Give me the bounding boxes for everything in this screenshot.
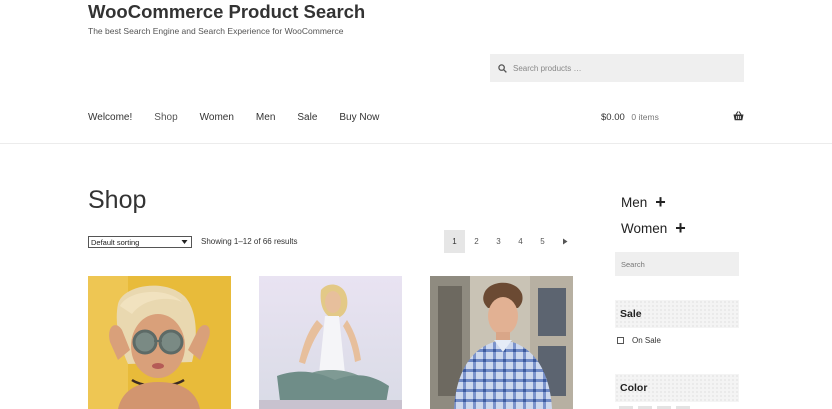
- nav-item-welcome[interactable]: Welcome!: [88, 112, 132, 123]
- page-1-link: 1: [444, 230, 465, 253]
- chevron-down-icon: [181, 240, 188, 244]
- man-in-plaid-shirt-photo: [430, 276, 573, 409]
- expand-women-plus-icon[interactable]: +: [675, 219, 686, 237]
- next-page-button[interactable]: [554, 230, 575, 253]
- pagination: 1 2 3 4 5: [444, 230, 576, 253]
- category-women-label: Women: [621, 221, 668, 236]
- on-sale-label: On Sale: [632, 336, 661, 345]
- page-3-link[interactable]: 3: [488, 230, 509, 253]
- sort-select[interactable]: Default sorting: [88, 236, 192, 248]
- site-title[interactable]: WooCommerce Product Search: [88, 1, 365, 23]
- page-title: Shop: [88, 186, 147, 214]
- search-icon: [498, 63, 507, 73]
- woman-with-round-sunglasses-photo: [88, 276, 231, 409]
- sort-select-value: Default sorting: [91, 237, 140, 247]
- nav-item-men[interactable]: Men: [256, 112, 275, 123]
- category-men[interactable]: Men +: [621, 193, 666, 211]
- woman-in-white-top-photo: [259, 276, 402, 409]
- page-4-link[interactable]: 4: [510, 230, 531, 253]
- category-men-label: Men: [621, 195, 648, 210]
- sidebar-search-input[interactable]: [621, 259, 731, 269]
- product-image-2[interactable]: [259, 276, 402, 409]
- primary-navigation: Welcome! Shop Women Men Sale Buy Now: [88, 112, 401, 123]
- header-divider: [0, 143, 832, 144]
- nav-item-buy-now[interactable]: Buy Now: [339, 112, 379, 123]
- category-women[interactable]: Women +: [621, 219, 686, 237]
- cart-item-count: 0 items: [631, 112, 659, 122]
- sale-widget-heading: Sale: [615, 300, 739, 328]
- sidebar-search-box[interactable]: [615, 252, 739, 276]
- product-search-input[interactable]: [513, 63, 723, 73]
- product-image-1[interactable]: [88, 276, 231, 409]
- site-tagline: The best Search Engine and Search Experi…: [88, 26, 344, 36]
- color-widget-heading: Color: [615, 374, 739, 402]
- nav-item-sale[interactable]: Sale: [297, 112, 317, 123]
- product-image-3[interactable]: [430, 276, 573, 409]
- product-search-box[interactable]: [490, 54, 744, 82]
- page-5-link[interactable]: 5: [532, 230, 553, 253]
- shopping-basket-icon[interactable]: [733, 111, 744, 121]
- expand-men-plus-icon[interactable]: +: [655, 193, 666, 211]
- nav-item-women[interactable]: Women: [200, 112, 234, 123]
- cart-total: $0.00: [601, 112, 625, 123]
- page-2-link[interactable]: 2: [466, 230, 487, 253]
- on-sale-checkbox[interactable]: [617, 337, 624, 344]
- result-count: Showing 1–12 of 66 results: [201, 237, 298, 246]
- on-sale-filter[interactable]: On Sale: [617, 336, 661, 345]
- cart-summary[interactable]: $0.00 0 items: [601, 112, 659, 123]
- chevron-right-icon: [562, 238, 567, 245]
- nav-item-shop[interactable]: Shop: [154, 112, 177, 123]
